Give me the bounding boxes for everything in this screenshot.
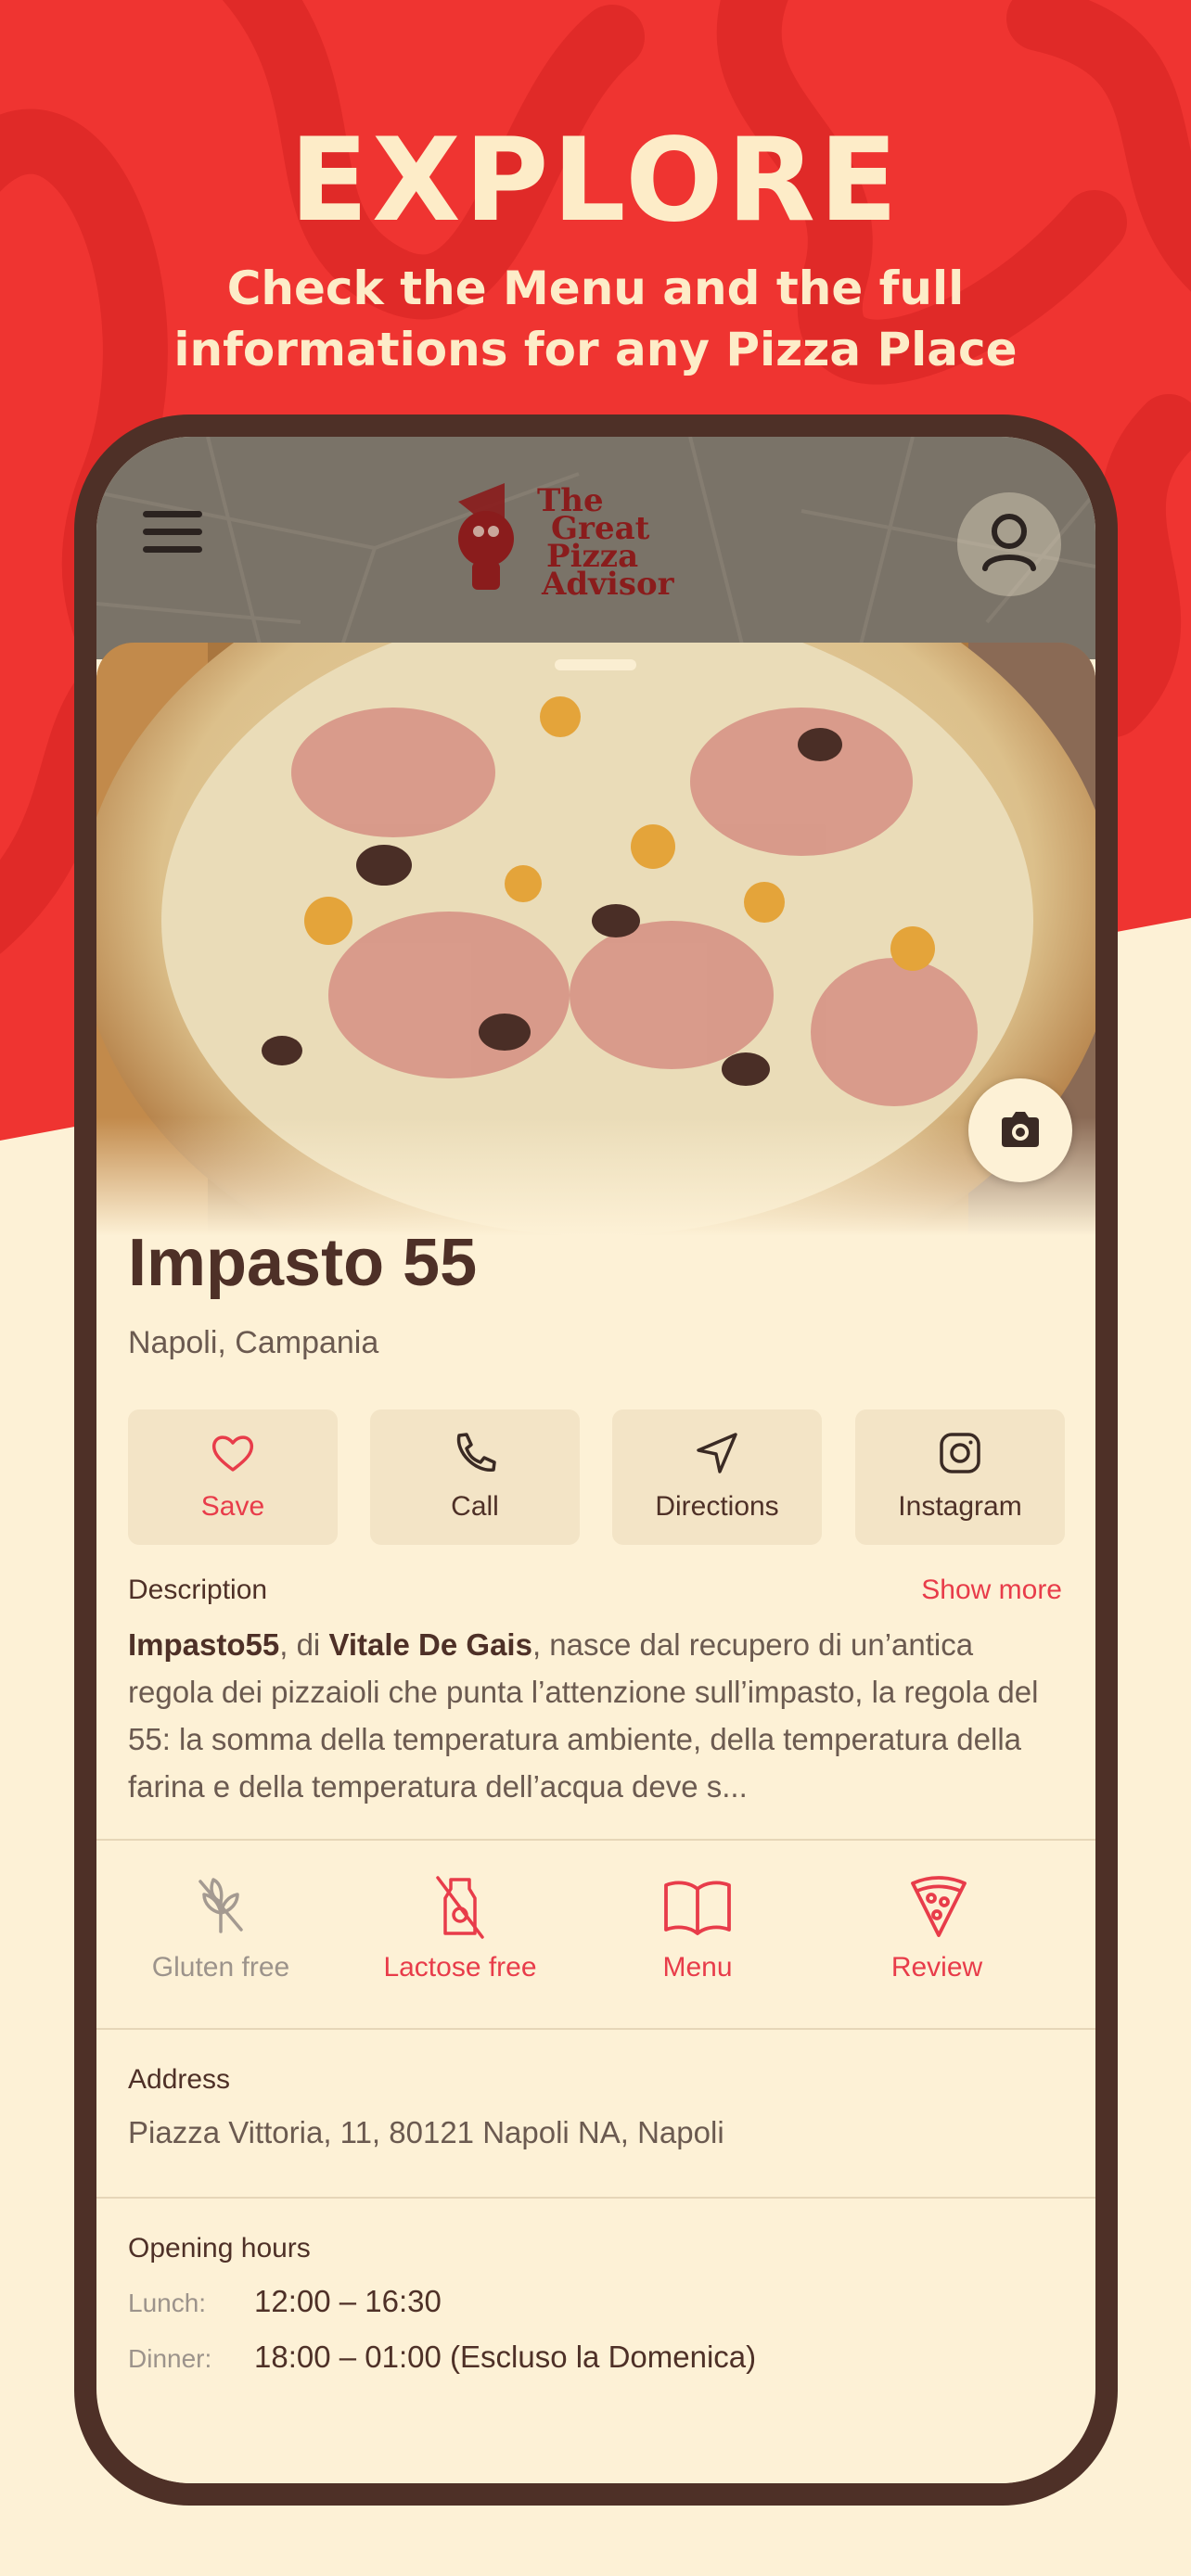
- book-open-icon: [664, 1881, 731, 1935]
- gluten-free-label: Gluten free: [151, 1952, 290, 1983]
- pizza-photo: [96, 643, 1095, 1236]
- instagram-icon: [940, 1433, 980, 1473]
- instagram-label: Instagram: [898, 1491, 1022, 1522]
- description-heading: Description: [128, 1575, 268, 1605]
- navigation-arrow-icon: [697, 1433, 737, 1473]
- lactose-free-feature: Lactose free: [339, 1874, 581, 2022]
- pizza-slice-icon: [911, 1876, 967, 1937]
- address-value[interactable]: Piazza Vittoria, 11, 80121 Napoli NA, Na…: [128, 2115, 724, 2150]
- call-button[interactable]: Call: [370, 1409, 580, 1545]
- menu-label: Menu: [662, 1952, 733, 1983]
- lactose-free-icon: [436, 1876, 484, 1939]
- action-buttons: Save Call Directions Instagram: [128, 1409, 1065, 1545]
- hero-header: EXPLORE Check the Menu and the full info…: [0, 121, 1191, 380]
- gluten-free-icon: [198, 1878, 243, 1933]
- description-person-name: Vitale De Gais: [328, 1627, 532, 1662]
- pizza-image: [96, 643, 1095, 1236]
- hero-title: EXPLORE: [289, 114, 902, 248]
- description-place-name: Impasto55: [128, 1627, 280, 1662]
- hero-subtitle: Check the Menu and the full informations…: [173, 261, 1018, 376]
- directions-label: Directions: [655, 1491, 779, 1522]
- address-label: Address: [128, 2064, 231, 2095]
- lactose-free-label: Lactose free: [383, 1952, 537, 1983]
- profile-button[interactable]: [957, 492, 1061, 596]
- call-label: Call: [451, 1491, 499, 1522]
- hours-lunch-key: Lunch:: [128, 2289, 207, 2317]
- description-sep: , di: [279, 1627, 329, 1662]
- hours-dinner-value: 18:00 – 01:00 (Escluso la Domenica): [254, 2340, 757, 2374]
- app-bar: The Great Pizza Advisor: [96, 437, 1095, 659]
- phone-frame: The Great Pizza Advisor Impasto 55 Napol…: [74, 414, 1118, 2506]
- menu-feature[interactable]: Menu: [577, 1874, 818, 2022]
- logo-text-4: Advisor: [541, 566, 675, 603]
- divider: [96, 2028, 1095, 2030]
- camera-button[interactable]: [968, 1078, 1072, 1182]
- feature-row: Gluten free Lactose free Menu Review: [96, 1874, 1095, 2022]
- description-text: Impasto55, di Vitale De Gais, nasce dal …: [128, 1621, 1065, 1810]
- divider: [96, 1839, 1095, 1841]
- instagram-button[interactable]: Instagram: [855, 1409, 1065, 1545]
- menu-button[interactable]: [137, 494, 211, 568]
- show-more-link[interactable]: Show more: [921, 1575, 1062, 1606]
- review-feature[interactable]: Review: [816, 1874, 1057, 2022]
- place-name: Impasto 55: [128, 1226, 478, 1300]
- user-icon: [982, 514, 1036, 571]
- app-logo: The Great Pizza Advisor: [449, 474, 727, 604]
- opening-hours-label: Opening hours: [128, 2233, 311, 2264]
- bottom-fade: [96, 2412, 1095, 2483]
- phone-icon: [456, 1433, 496, 1472]
- save-button[interactable]: Save: [128, 1409, 338, 1545]
- review-label: Review: [890, 1952, 983, 1983]
- hamburger-menu-icon: [143, 511, 202, 553]
- divider: [96, 2197, 1095, 2199]
- hours-dinner-key: Dinner:: [128, 2344, 212, 2373]
- hours-lunch-value: 12:00 – 16:30: [254, 2284, 442, 2318]
- save-label: Save: [200, 1491, 265, 1522]
- camera-icon: [1002, 1112, 1039, 1147]
- heart-icon: [211, 1435, 254, 1472]
- sheet-drag-handle[interactable]: [555, 659, 636, 670]
- app-screen: The Great Pizza Advisor Impasto 55 Napol…: [96, 437, 1095, 2483]
- place-city: Napoli, Campania: [128, 1325, 379, 1360]
- gluten-free-feature: Gluten free: [100, 1874, 341, 2022]
- directions-button[interactable]: Directions: [612, 1409, 822, 1545]
